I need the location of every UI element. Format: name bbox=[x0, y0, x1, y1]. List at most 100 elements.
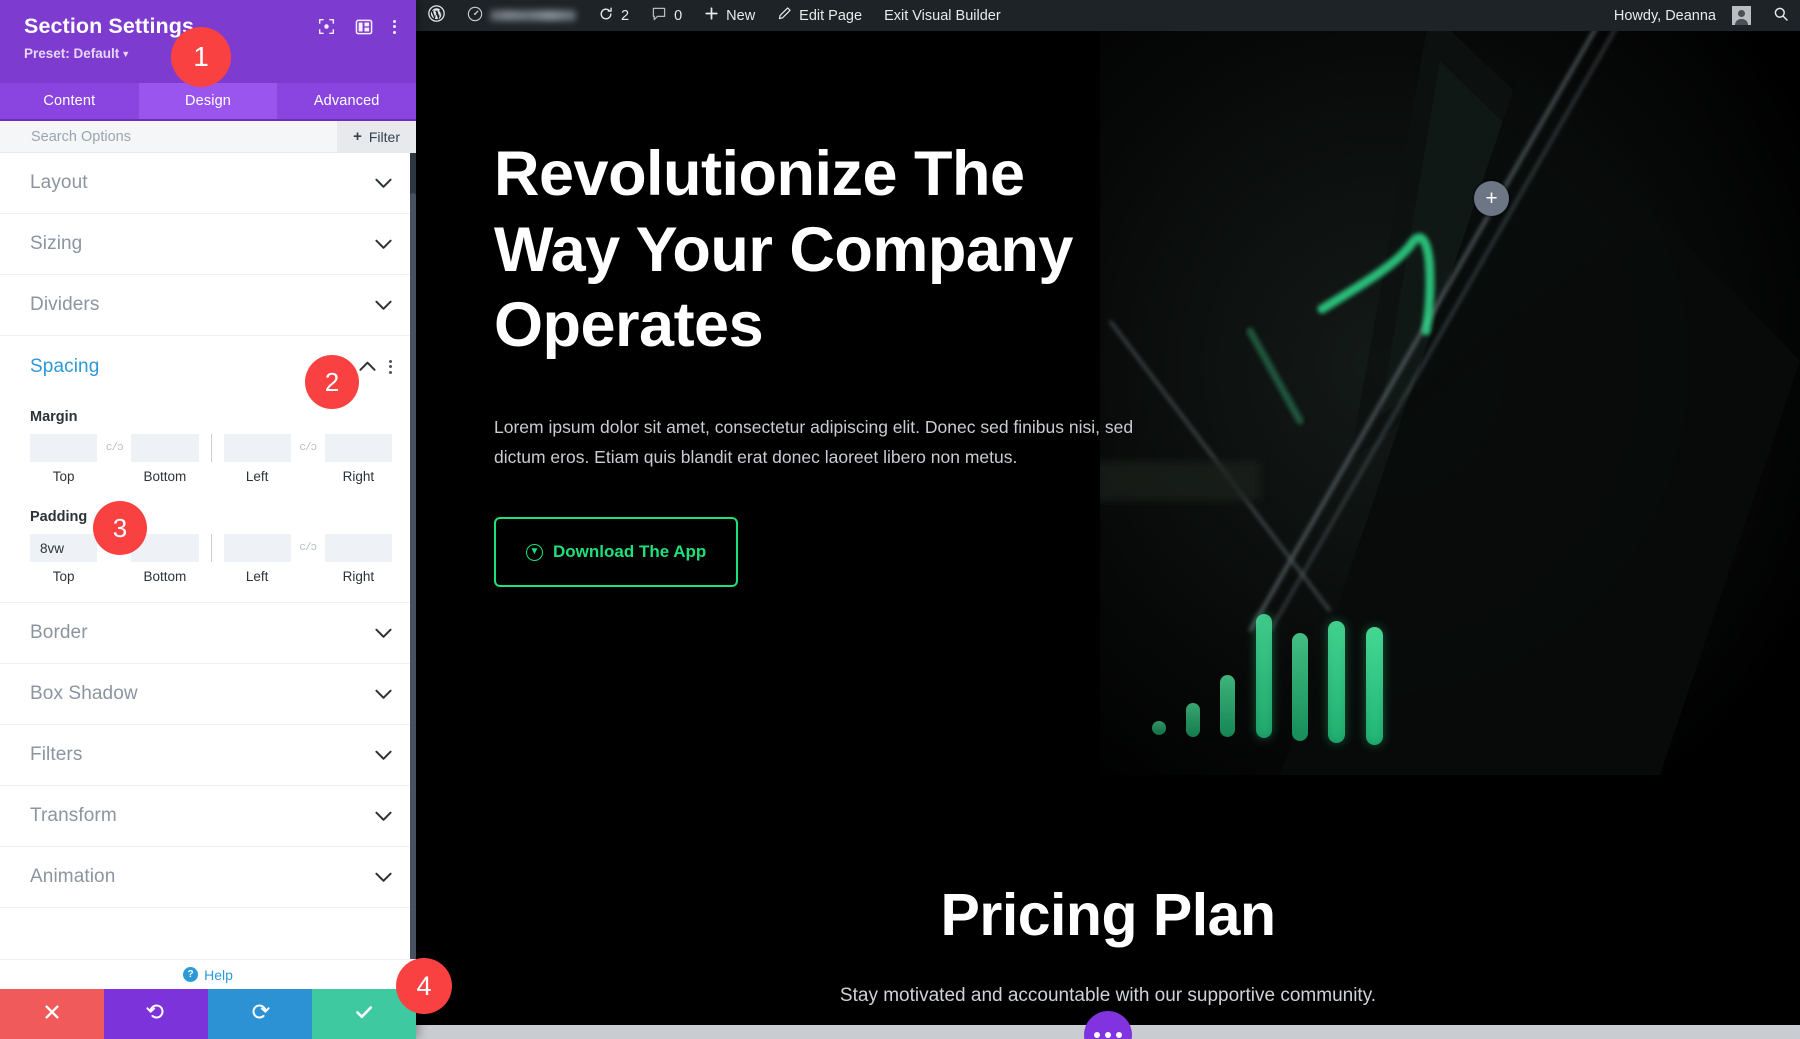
padding-left-label: Left bbox=[245, 569, 269, 584]
tab-advanced[interactable]: Advanced bbox=[277, 83, 416, 119]
margin-right-label: Right bbox=[342, 469, 375, 484]
padding-right-input[interactable] bbox=[324, 534, 392, 562]
accordion-border[interactable]: Border bbox=[0, 603, 416, 664]
comment-bubble-icon bbox=[651, 6, 667, 26]
chevron-down-icon bbox=[375, 872, 392, 883]
accordion-label: Box Shadow bbox=[30, 683, 138, 704]
account-menu[interactable]: Howdy, Deanna bbox=[1602, 0, 1762, 31]
panel-preset-selector[interactable]: Preset: Default ▼ bbox=[24, 46, 194, 61]
pricing-section: Pricing Plan Stay motivated and accounta… bbox=[416, 775, 1800, 1039]
margin-top-label: Top bbox=[52, 469, 75, 484]
new-content-button[interactable]: New bbox=[693, 0, 766, 31]
divider bbox=[210, 434, 212, 462]
help-label: Help bbox=[204, 966, 233, 983]
plus-icon bbox=[704, 6, 719, 25]
more-options-icon[interactable] bbox=[393, 19, 396, 34]
updates-icon bbox=[598, 6, 614, 26]
margin-left-label: Left bbox=[245, 469, 269, 484]
chevron-down-icon bbox=[375, 178, 392, 189]
margin-right-input[interactable] bbox=[324, 434, 392, 462]
chevron-down-icon bbox=[375, 689, 392, 700]
panel-scrollbar-thumb[interactable] bbox=[410, 193, 416, 989]
hero-paragraph: Lorem ipsum dolor sit amet, consectetur … bbox=[494, 416, 1134, 468]
chevron-up-icon[interactable] bbox=[359, 361, 376, 372]
chevron-down-icon bbox=[375, 628, 392, 639]
margin-top-field: Top bbox=[30, 434, 98, 484]
download-button-label: Download The App bbox=[553, 542, 707, 562]
section-settings-panel: Section Settings Preset: Default ▼ Conte… bbox=[0, 0, 416, 1039]
accordion-label: Animation bbox=[30, 866, 116, 887]
hero-heading: Revolutionize The Way Your Company Opera… bbox=[494, 139, 1073, 361]
tab-content[interactable]: Content bbox=[0, 83, 139, 119]
redo-button[interactable] bbox=[208, 989, 312, 1039]
accordion-label: Border bbox=[30, 622, 88, 643]
padding-link-horizontal-icon[interactable]: c/ɔ bbox=[291, 534, 325, 562]
edit-page-label: Edit Page bbox=[799, 7, 863, 24]
dot bbox=[1094, 1032, 1100, 1038]
accordion-label: Sizing bbox=[30, 233, 83, 254]
accordion-filters[interactable]: Filters bbox=[0, 725, 416, 786]
margin-link-vertical-icon[interactable]: c/ɔ bbox=[97, 434, 131, 462]
padding-top-input[interactable] bbox=[30, 534, 98, 562]
admin-search-button[interactable] bbox=[1762, 0, 1800, 31]
tab-design[interactable]: Design bbox=[138, 83, 278, 119]
close-icon bbox=[43, 1003, 61, 1026]
accordion-animation[interactable]: Animation bbox=[0, 847, 416, 908]
padding-top-field: Top bbox=[30, 534, 98, 584]
filter-button[interactable]: + Filter bbox=[337, 120, 416, 153]
site-name-menu[interactable] bbox=[456, 0, 587, 31]
panel-tabs: Content Design Advanced bbox=[0, 83, 416, 121]
accordion-sizing[interactable]: Sizing bbox=[0, 214, 416, 275]
padding-bottom-label: Bottom bbox=[143, 569, 187, 584]
dot bbox=[1116, 1032, 1122, 1038]
accordion-label: Layout bbox=[30, 172, 88, 193]
cancel-button[interactable] bbox=[0, 989, 104, 1039]
accordion-label: Filters bbox=[30, 744, 83, 765]
comments-count: 0 bbox=[674, 7, 683, 24]
chevron-down-icon: ▼ bbox=[121, 48, 131, 59]
hero-artwork bbox=[1100, 31, 1800, 775]
howdy-label: Howdy, Deanna bbox=[1613, 7, 1716, 24]
focus-target-icon[interactable] bbox=[318, 18, 335, 35]
pricing-heading: Pricing Plan bbox=[940, 882, 1276, 948]
plus-icon: + bbox=[1485, 186, 1498, 210]
padding-label: Padding bbox=[30, 509, 88, 525]
margin-left-input[interactable] bbox=[223, 434, 291, 462]
page-canvas: + Revolutionize The Way Your Company Ope… bbox=[416, 31, 1800, 1039]
exit-visual-builder-button[interactable]: Exit Visual Builder bbox=[873, 0, 1012, 31]
new-label: New bbox=[726, 7, 756, 24]
accordion-box-shadow[interactable]: Box Shadow bbox=[0, 664, 416, 725]
updates-button[interactable]: 2 bbox=[587, 0, 640, 31]
accordion-dividers[interactable]: Dividers bbox=[0, 275, 416, 336]
padding-right-label: Right bbox=[342, 569, 375, 584]
padding-left-input[interactable] bbox=[223, 534, 291, 562]
wordpress-logo-button[interactable] bbox=[416, 0, 456, 31]
margin-top-input[interactable] bbox=[30, 434, 98, 462]
panel-scrollbar[interactable] bbox=[410, 153, 416, 989]
search-input[interactable] bbox=[0, 128, 338, 145]
redo-icon bbox=[250, 1002, 270, 1027]
edit-page-button[interactable]: Edit Page bbox=[766, 0, 873, 31]
add-module-button[interactable]: + bbox=[1474, 181, 1509, 216]
dashboard-icon bbox=[467, 6, 483, 26]
accordion-layout[interactable]: Layout bbox=[0, 153, 416, 214]
check-icon bbox=[354, 1002, 374, 1027]
accordion-transform[interactable]: Transform bbox=[0, 786, 416, 847]
divider bbox=[210, 534, 212, 562]
pricing-subheading: Stay motivated and accountable with our … bbox=[839, 985, 1377, 1006]
download-the-app-button[interactable]: ▼ Download The App bbox=[494, 517, 739, 588]
margin-link-horizontal-icon[interactable]: c/ɔ bbox=[291, 434, 325, 462]
panel-scroll-area[interactable]: Layout Sizing Dividers Spacing Margin To… bbox=[0, 153, 416, 989]
layout-columns-icon[interactable] bbox=[355, 19, 373, 35]
filter-label: Filter bbox=[368, 128, 400, 145]
undo-button[interactable] bbox=[104, 989, 208, 1039]
padding-left-field: Left bbox=[223, 534, 291, 584]
margin-bottom-input[interactable] bbox=[131, 434, 199, 462]
margin-label: Margin bbox=[30, 409, 78, 425]
spacing-more-options-icon[interactable] bbox=[389, 359, 392, 374]
section-settings-button[interactable] bbox=[1084, 1011, 1132, 1039]
plus-icon: + bbox=[353, 128, 362, 145]
comments-button[interactable]: 0 bbox=[640, 0, 693, 31]
help-link[interactable]: ? Help bbox=[0, 959, 416, 989]
site-name-blurred bbox=[490, 10, 576, 21]
